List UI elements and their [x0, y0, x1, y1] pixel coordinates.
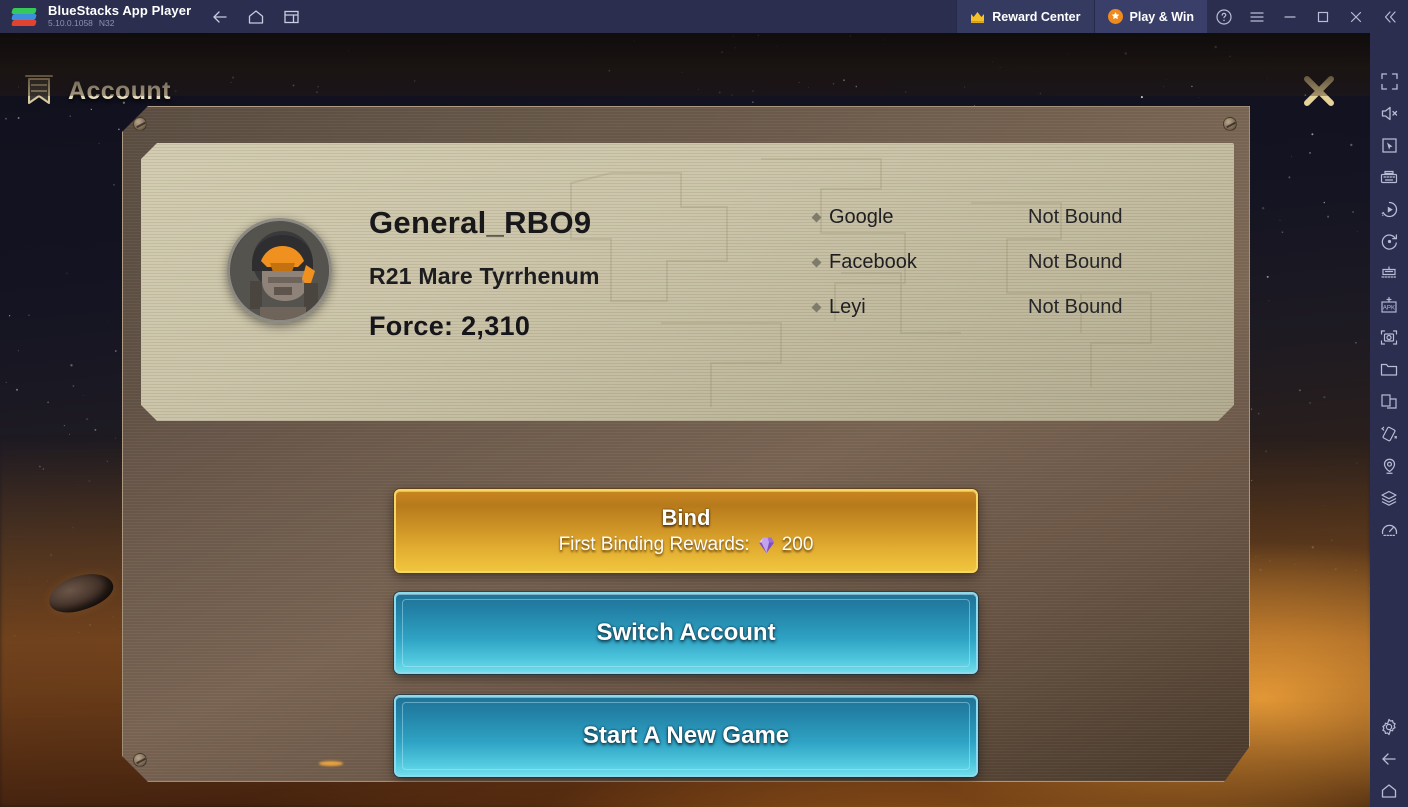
shake-device-icon[interactable]: [1376, 420, 1402, 446]
binding-status: Not Bound: [1028, 206, 1123, 228]
player-info-card: General_RBO9 R21 Mare Tyrrhenum Force: 2…: [141, 143, 1234, 421]
player-name: General_RBO9: [369, 205, 592, 240]
titlebar-home-button[interactable]: [245, 6, 267, 28]
cursor-pointer-icon[interactable]: [1376, 132, 1402, 158]
copy-window-icon[interactable]: [1376, 388, 1402, 414]
player-force: Force: 2,310: [369, 311, 531, 341]
bluestacks-window: BlueStacks App Player 5.10.0.1058 N32 Rew…: [0, 0, 1408, 807]
hamburger-menu-button[interactable]: [1240, 0, 1273, 33]
fullscreen-icon[interactable]: [1376, 68, 1402, 94]
version-number: 5.10.0.1058: [48, 18, 93, 28]
game-viewport: Account: [0, 33, 1370, 807]
reward-center-label: Reward Center: [992, 9, 1081, 24]
bind-reward-amount: 200: [781, 534, 814, 555]
play-and-win-label: Play & Win: [1129, 9, 1194, 24]
reward-center-button[interactable]: Reward Center: [956, 0, 1094, 33]
titlebar-right-group: Reward Center Play & Win: [956, 0, 1408, 33]
bind-reward-text: First Binding Rewards:: [558, 534, 750, 555]
binding-status: Not Bound: [1028, 251, 1123, 273]
close-button[interactable]: [1339, 0, 1372, 33]
orange-badge-icon: [1107, 9, 1123, 24]
titlebar-recents-button[interactable]: [281, 6, 303, 28]
svg-text:APK: APK: [1383, 304, 1396, 311]
instance-manager-icon[interactable]: [1376, 260, 1402, 286]
binding-list: Google Not Bound Facebook Not Bound Leyi…: [811, 195, 1213, 330]
bind-button-title: Bind: [661, 505, 711, 530]
switch-account-label: Switch Account: [596, 619, 776, 646]
diamond-bullet-icon: [811, 257, 822, 268]
player-text-block: General_RBO9 R21 Mare Tyrrhenum Force: 2…: [369, 205, 600, 342]
android-back-icon[interactable]: [1376, 746, 1402, 772]
keyboard-icon[interactable]: [1376, 164, 1402, 190]
help-button[interactable]: [1207, 0, 1240, 33]
start-new-game-label: Start A New Game: [582, 722, 790, 749]
bluestacks-logo-icon: [11, 7, 38, 27]
rotate-circle-icon[interactable]: [1376, 228, 1402, 254]
bind-button-subtitle: First Binding Rewards: 200: [559, 533, 814, 557]
binding-row-facebook[interactable]: Facebook Not Bound: [811, 240, 1213, 285]
game-header-bar: [0, 33, 1370, 96]
binding-label: Facebook: [829, 251, 917, 273]
binding-status: Not Bound: [1028, 296, 1123, 318]
minimize-button[interactable]: [1273, 0, 1306, 33]
diamond-bullet-icon: [811, 212, 822, 223]
camera-icon[interactable]: [1376, 324, 1402, 350]
bluestacks-sidebar: APK: [1370, 33, 1408, 807]
app-title-block: BlueStacks App Player 5.10.0.1058 N32: [48, 0, 191, 33]
play-circle-icon[interactable]: [1376, 196, 1402, 222]
player-server: R21 Mare Tyrrhenum: [369, 263, 600, 289]
binding-label: Leyi: [829, 296, 866, 318]
binding-row-leyi[interactable]: Leyi Not Bound: [811, 285, 1213, 330]
folder-icon[interactable]: [1376, 356, 1402, 382]
panel-screw: [133, 117, 147, 131]
panel-screw: [133, 753, 147, 767]
collapse-sidebar-button[interactable]: [1372, 0, 1408, 33]
titlebar-nav-group: [209, 6, 303, 28]
speaker-mute-icon[interactable]: [1376, 100, 1402, 126]
binding-name-group: Leyi: [811, 296, 1028, 319]
app-title: BlueStacks App Player: [48, 3, 192, 18]
panel-screw: [1223, 117, 1237, 131]
crown-icon: [970, 11, 985, 23]
binding-label: Google: [829, 206, 894, 228]
avatar: [227, 218, 332, 323]
title-bar: BlueStacks App Player 5.10.0.1058 N32 Rew…: [0, 0, 1408, 33]
location-pin-icon[interactable]: [1376, 453, 1402, 479]
layers-icon[interactable]: [1376, 485, 1402, 511]
start-new-game-button[interactable]: Start A New Game: [394, 695, 978, 777]
android-home-icon[interactable]: [1376, 778, 1402, 804]
build-number: N32: [98, 18, 115, 28]
maximize-button[interactable]: [1306, 0, 1339, 33]
apk-install-icon[interactable]: APK: [1376, 292, 1402, 318]
purple-gem-icon: [756, 535, 776, 555]
play-and-win-button[interactable]: Play & Win: [1093, 0, 1207, 33]
app-version: 5.10.0.1058 N32: [48, 18, 191, 29]
titlebar-back-button[interactable]: [209, 6, 231, 28]
speedometer-icon[interactable]: [1376, 517, 1402, 543]
binding-row-google[interactable]: Google Not Bound: [811, 195, 1213, 240]
gear-icon[interactable]: [1376, 714, 1402, 740]
bind-button[interactable]: Bind First Binding Rewards: 200: [394, 489, 978, 573]
diamond-bullet-icon: [811, 302, 822, 313]
binding-name-group: Google: [811, 206, 1028, 229]
panel-spark: [319, 761, 343, 766]
binding-name-group: Facebook: [811, 251, 1028, 274]
account-panel: General_RBO9 R21 Mare Tyrrhenum Force: 2…: [122, 106, 1250, 782]
switch-account-button[interactable]: Switch Account: [394, 592, 978, 674]
